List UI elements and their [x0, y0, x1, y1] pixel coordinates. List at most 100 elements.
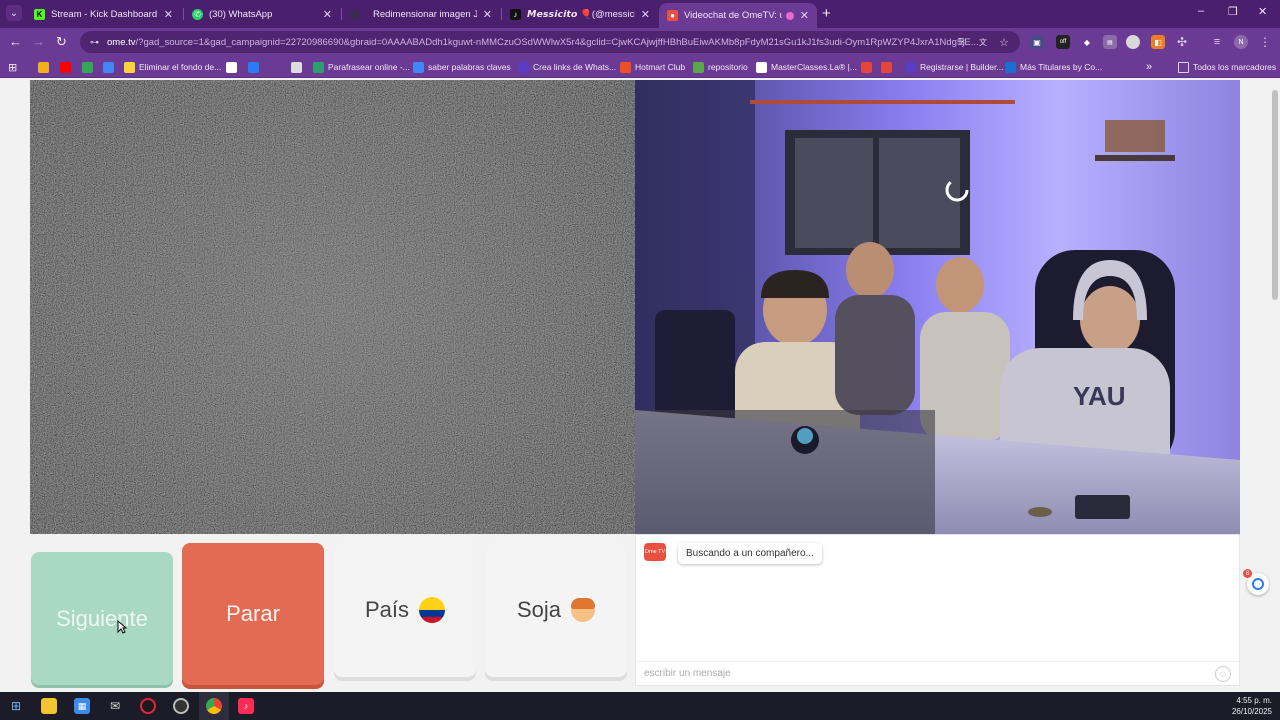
next-button[interactable]: Siguiente: [31, 552, 173, 685]
stop-button[interactable]: Parar: [182, 543, 324, 685]
bookmark-item[interactable]: Más Titulares by Co...: [1005, 60, 1102, 74]
install-app-icon[interactable]: ⎘: [955, 35, 969, 49]
tab-whatsapp[interactable]: ✆ (30) WhatsApp ✕: [184, 3, 340, 25]
chat-widget-icon: [1252, 578, 1264, 590]
bookmark-item[interactable]: Hotmart Club: [620, 60, 685, 74]
bookmark-item[interactable]: [226, 60, 241, 74]
tab-tiktok-messicito[interactable]: ♪ 𝙈𝙚𝙨𝙨𝙞𝙘𝙞𝙩𝙤 🎈(@messicito7) | ✕: [502, 3, 658, 25]
close-window-button[interactable]: ✕: [1258, 5, 1267, 18]
browser-tab-bar: ⌄ K Stream - Kick Dashboard ✕ ✆ (30) Wha…: [0, 0, 1280, 28]
media-control-icon[interactable]: ≡: [1210, 35, 1224, 49]
all-bookmarks-folder[interactable]: Todos los marcadores: [1178, 60, 1276, 74]
extension-screen-icon[interactable]: ▣: [1030, 35, 1044, 49]
support-widget-button[interactable]: 8: [1243, 569, 1269, 595]
bookmark-item[interactable]: [248, 60, 263, 74]
extension-circle-icon[interactable]: [1126, 35, 1140, 49]
bookmark-item[interactable]: [82, 60, 97, 74]
mouse-cursor-icon: [117, 620, 127, 634]
country-button-label: País: [364, 597, 410, 622]
bookmark-item[interactable]: [60, 60, 75, 74]
microsoft-store-icon[interactable]: ▦: [74, 698, 90, 714]
extension-orange-icon[interactable]: ◧: [1151, 35, 1165, 49]
bookmark-favicon-icon: [1005, 61, 1016, 73]
own-camera-video: YAU: [635, 80, 1240, 534]
emoji-picker-icon[interactable]: ☺: [1215, 666, 1231, 682]
minimize-button[interactable]: –: [1198, 5, 1204, 17]
bookmark-item[interactable]: [103, 60, 118, 74]
site-info-icon[interactable]: ⊶: [90, 37, 99, 48]
close-icon[interactable]: ✕: [483, 8, 492, 21]
bookmark-item[interactable]: Registrarse | Builder...: [905, 60, 1003, 74]
obs-icon[interactable]: [173, 698, 189, 714]
bookmark-label: Hotmart Club: [635, 62, 686, 72]
tab-title: Redimensionar imagen JPG: [373, 8, 477, 20]
scrollbar-thumb[interactable]: [1272, 90, 1278, 300]
tab-redimensionar[interactable]: Redimensionar imagen JPG ✕: [342, 3, 500, 25]
extension-shield-icon[interactable]: ◆: [1080, 35, 1094, 49]
bookmark-favicon-icon: [38, 61, 49, 73]
bookmark-favicon-icon: [60, 61, 71, 73]
profile-avatar[interactable]: N: [1234, 35, 1248, 49]
address-bar[interactable]: ⊶ ome.tv /?gad_source=1&gad_campaignid=2…: [80, 31, 1020, 53]
system-clock[interactable]: 4:55 p. m. 26/10/2025: [1232, 695, 1272, 717]
extension-off-icon[interactable]: off: [1056, 35, 1070, 49]
close-icon[interactable]: ✕: [800, 9, 809, 22]
kick-icon: K: [34, 8, 45, 20]
bookmark-favicon-icon: [905, 61, 916, 73]
bookmark-item[interactable]: Eliminar el fondo de...: [124, 60, 221, 74]
restore-button[interactable]: ❐: [1228, 5, 1238, 18]
translate-icon[interactable]: 文: [976, 35, 990, 49]
bookmark-item[interactable]: [881, 60, 896, 74]
bookmark-label: MasterClasses.La® |...: [771, 62, 857, 72]
extension-page-icon[interactable]: ▤: [1103, 35, 1117, 49]
chat-panel: Ome TV Buscando a un compañero... escrib…: [635, 534, 1240, 686]
gender-filter-button[interactable]: Soja: [485, 543, 627, 677]
bookmark-item[interactable]: [291, 60, 306, 74]
tab-ometv[interactable]: ● Videochat de OmeTV: una ✕: [659, 3, 817, 28]
windows-start-icon[interactable]: ⊞: [8, 698, 24, 714]
colombia-flag-icon: [419, 597, 446, 623]
close-icon[interactable]: ✕: [641, 8, 650, 21]
tab-title: Stream - Kick Dashboard: [51, 8, 158, 20]
close-icon[interactable]: ✕: [164, 8, 173, 21]
bookmark-item[interactable]: repositorio: [693, 60, 748, 74]
browser-menu-icon[interactable]: ⋮: [1258, 35, 1272, 49]
room-scene-visual: YAU: [635, 80, 1240, 534]
apps-grid-icon[interactable]: ⊞: [8, 60, 17, 74]
more-bookmarks-icon[interactable]: »: [1146, 60, 1152, 74]
bookmark-item[interactable]: MasterClasses.La® |...: [756, 60, 857, 74]
bookmark-item[interactable]: Crea links de Whats...: [518, 60, 616, 74]
windows-taskbar: ⊞ ▦ ✉ ♪ 4:55 p. m. 26/10/2025: [0, 692, 1280, 720]
extensions-puzzle-icon[interactable]: ✣: [1175, 35, 1189, 49]
bookmark-favicon-icon: [226, 61, 237, 73]
bookmark-star-icon[interactable]: ☆: [997, 35, 1011, 49]
browser-toolbar: ← → ↻ ⊶ ome.tv /?gad_source=1&gad_campai…: [0, 28, 1280, 56]
opera-gx-icon[interactable]: [140, 698, 156, 714]
page-scrollbar[interactable]: [1270, 78, 1280, 692]
tab-kick-dashboard[interactable]: K Stream - Kick Dashboard ✕: [26, 3, 181, 25]
bookmarks-bar: ⊞ Eliminar el fondo de... Parafrasear onl…: [0, 56, 1280, 78]
clock-time: 4:55 p. m.: [1236, 696, 1272, 705]
new-tab-button[interactable]: +: [822, 5, 831, 22]
bookmark-favicon-icon: [693, 61, 704, 73]
bookmark-item[interactable]: [38, 60, 53, 74]
chrome-icon[interactable]: [206, 698, 222, 714]
chat-message-input[interactable]: escribir un mensaje ☺: [636, 661, 1239, 685]
tiktok-icon[interactable]: ♪: [238, 698, 254, 714]
forward-icon[interactable]: →: [32, 34, 45, 49]
close-icon[interactable]: ✕: [323, 8, 332, 21]
reload-icon[interactable]: ↻: [56, 34, 67, 50]
mail-icon[interactable]: ✉: [107, 698, 123, 714]
url-path: /?gad_source=1&gad_campaignid=2272098669…: [135, 36, 979, 48]
bookmark-item[interactable]: saber palabras claves: [413, 60, 511, 74]
bookmark-favicon-icon: [248, 61, 259, 73]
file-explorer-icon[interactable]: [41, 698, 57, 714]
ometv-logo: Ome TV: [644, 543, 666, 561]
notification-badge: 8: [1243, 569, 1252, 578]
tab-search-icon[interactable]: ⌄: [6, 5, 22, 21]
bookmark-item[interactable]: Parafrasear online -...: [313, 60, 410, 74]
back-icon[interactable]: ←: [9, 34, 22, 49]
all-bookmarks-label: Todos los marcadores: [1193, 62, 1277, 72]
country-filter-button[interactable]: País: [334, 543, 476, 677]
bookmark-item[interactable]: [861, 60, 876, 74]
